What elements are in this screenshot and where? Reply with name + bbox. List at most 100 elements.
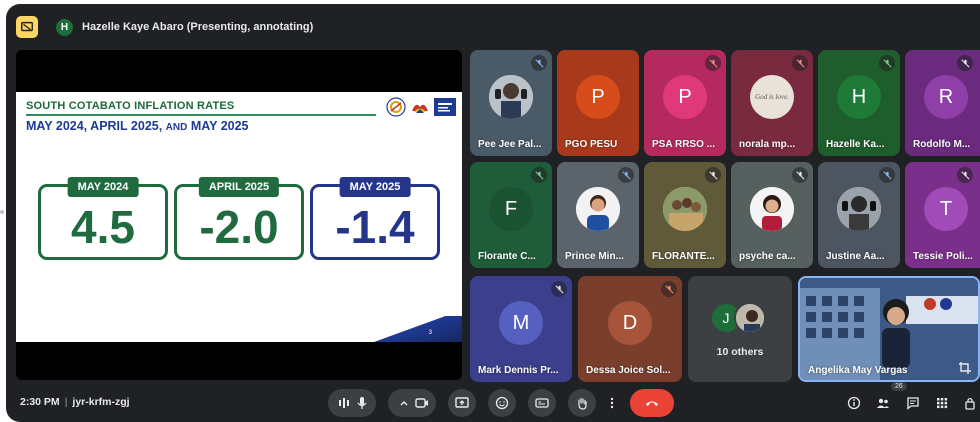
slide-subtitle-and: AND: [165, 122, 188, 133]
participant-tile[interactable]: M Mark Dennis Pr...: [470, 276, 572, 382]
mic-off-icon: [618, 167, 634, 183]
crop-icon[interactable]: [958, 361, 972, 375]
participant-tile[interactable]: D Dessa Joice Sol...: [578, 276, 682, 382]
photo-caption: God is love.: [755, 93, 789, 101]
participant-avatar: M: [499, 301, 543, 345]
present-icon[interactable]: [16, 16, 38, 38]
slide-page-number: 3: [428, 330, 432, 336]
participant-tile[interactable]: psyche ca...: [731, 162, 813, 268]
participant-name: PSA RRSO ...: [652, 139, 715, 150]
slide: SOUTH COTABATO INFLATION RATES MAY 2024,…: [16, 92, 462, 342]
participant-tile[interactable]: Pee Jee Pal...: [470, 50, 552, 156]
card-value: -2.0: [199, 201, 279, 253]
card-label: MAY 2024: [67, 177, 139, 197]
mic-off-icon: [531, 167, 547, 183]
participant-name: FLORANTE...: [652, 251, 715, 262]
present-screen-icon[interactable]: [448, 389, 476, 417]
participant-tile[interactable]: T Tessie Poli...: [905, 162, 980, 268]
participant-photo: [750, 187, 794, 231]
mic-off-icon: [879, 55, 895, 71]
mic-icon: [355, 396, 369, 415]
camera-icon: [415, 396, 429, 415]
clock-time: 2:30 PM: [20, 396, 60, 408]
mic-off-icon: [705, 167, 721, 183]
participant-name: Justine Aa...: [826, 251, 885, 262]
participant-photo: God is love.: [750, 75, 794, 119]
control-bar: 2:30 PM | jyr-krfm-zgj 26: [6, 382, 980, 422]
participant-tile[interactable]: P PGO PESU: [557, 50, 639, 156]
slide-subtitle: MAY 2024, APRIL 2025, AND MAY 2025: [26, 119, 249, 133]
participant-tile[interactable]: FLORANTE...: [644, 162, 726, 268]
raise-hand-icon[interactable]: [568, 389, 596, 417]
inflation-card-april-2025: APRIL 2025 -2.0: [174, 177, 304, 260]
participant-avatar: T: [924, 187, 968, 231]
mic-control[interactable]: [328, 389, 376, 417]
participant-tile[interactable]: God is love. norala mp...: [731, 50, 813, 156]
participant-tile[interactable]: P PSA RRSO ...: [644, 50, 726, 156]
participant-tile[interactable]: H Hazelle Ka...: [818, 50, 900, 156]
people-icon[interactable]: [875, 395, 891, 411]
participant-name: Pee Jee Pal...: [478, 139, 542, 150]
presenter-label: Hazelle Kaye Abaro (Presenting, annotati…: [82, 21, 314, 33]
camera-control[interactable]: [388, 389, 436, 417]
emoji-icon[interactable]: [488, 389, 516, 417]
participant-name: psyche ca...: [739, 251, 796, 262]
host-controls-icon[interactable]: [962, 395, 978, 411]
mic-off-icon: [792, 167, 808, 183]
slide-title: SOUTH COTABATO INFLATION RATES: [26, 100, 235, 112]
mic-off-icon: [531, 55, 547, 71]
inflation-card-may-2025: MAY 2025 -1.4: [310, 177, 440, 260]
participant-name: Rodolfo M...: [913, 139, 971, 150]
participant-name: Florante C...: [478, 251, 536, 262]
card-value: -1.4: [335, 201, 415, 253]
presentation-stage[interactable]: SOUTH COTABATO INFLATION RATES MAY 2024,…: [16, 50, 462, 380]
audio-bars-icon: [337, 396, 351, 415]
end-call-icon[interactable]: [630, 389, 674, 417]
participant-tile[interactable]: Justine Aa...: [818, 162, 900, 268]
iso-logo-icon: [434, 98, 456, 116]
slide-logos: [386, 97, 456, 117]
active-speaker-tile[interactable]: Angelika May Vargas: [798, 276, 980, 382]
card-label: MAY 2025: [339, 177, 411, 197]
mic-off-icon: [957, 55, 973, 71]
chevron-up-icon: [397, 396, 411, 415]
participant-name: Hazelle Ka...: [826, 139, 885, 150]
captions-icon[interactable]: [528, 389, 556, 417]
chat-icon[interactable]: [905, 395, 921, 411]
mic-off-icon: [661, 281, 677, 297]
participant-tile[interactable]: Prince Min...: [557, 162, 639, 268]
participant-avatar: R: [924, 75, 968, 119]
participant-photo: [489, 75, 533, 119]
participant-tile[interactable]: F Florante C...: [470, 162, 552, 268]
info-icon[interactable]: [846, 395, 862, 411]
participant-avatar: D: [608, 301, 652, 345]
others-tile[interactable]: J 10 others: [688, 276, 792, 382]
participant-tile[interactable]: R Rodolfo M...: [905, 50, 980, 156]
participant-photo: [576, 187, 620, 231]
meeting-clock: 2:30 PM | jyr-krfm-zgj: [20, 396, 130, 408]
participant-photo: [663, 187, 707, 231]
people-count-badge: 26: [891, 382, 907, 391]
participant-avatar: H: [837, 75, 881, 119]
card-label: APRIL 2025: [198, 177, 280, 197]
participant-avatar: P: [663, 75, 707, 119]
participant-avatar: P: [576, 75, 620, 119]
clock-separator: |: [64, 396, 68, 408]
others-label: 10 others: [716, 346, 764, 358]
others-photo: [734, 302, 766, 334]
slide-subtitle-a: MAY 2024, APRIL 2025,: [26, 119, 166, 133]
others-avatars: J: [710, 302, 770, 336]
participant-name: PGO PESU: [565, 139, 618, 150]
card-value: 4.5: [71, 201, 135, 253]
participant-name: Dessa Joice Sol...: [586, 365, 671, 376]
participant-photo: [837, 187, 881, 231]
more-vert-icon[interactable]: [602, 389, 622, 417]
mic-off-icon: [551, 281, 567, 297]
activities-icon[interactable]: [934, 395, 950, 411]
participant-name: Angelika May Vargas: [808, 365, 908, 376]
psa-logo-icon: [386, 97, 406, 117]
presenting-bar: H Hazelle Kaye Abaro (Presenting, annota…: [6, 12, 606, 42]
slide-subtitle-b: MAY 2025: [187, 119, 249, 133]
mic-off-icon: [792, 55, 808, 71]
slide-footer-shape: [372, 316, 462, 342]
